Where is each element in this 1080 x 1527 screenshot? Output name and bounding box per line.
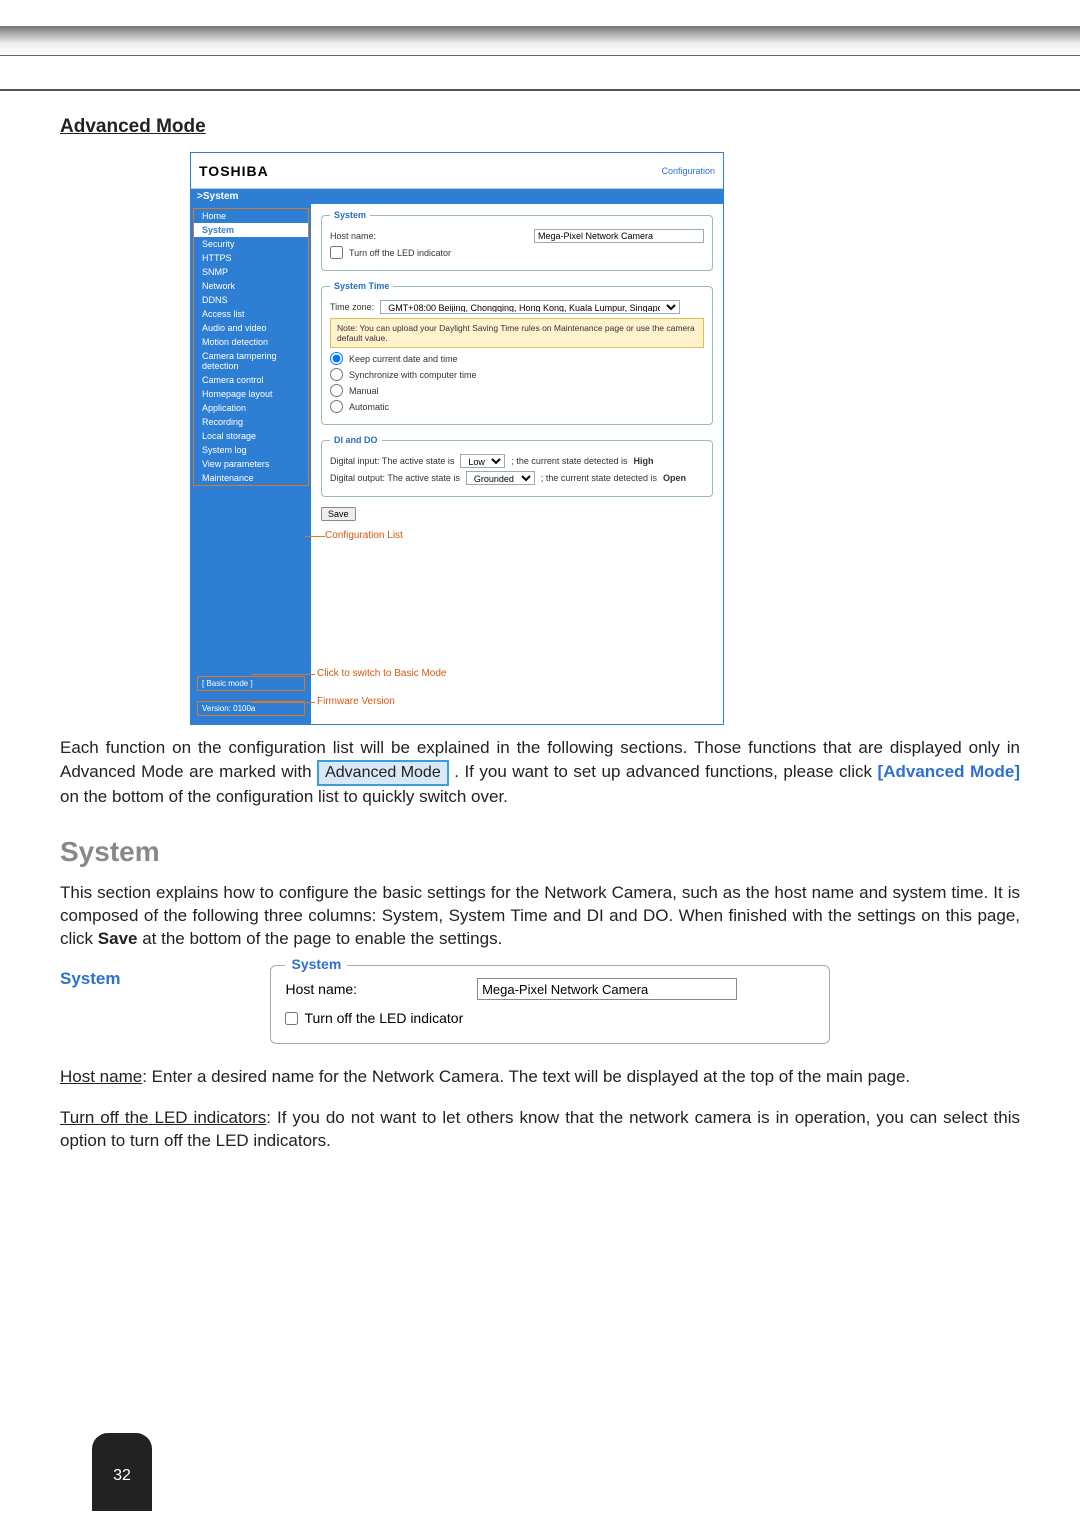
callout-line-config [305,536,325,537]
sidebar-item-system[interactable]: System [194,223,308,237]
callout-config-list: Configuration List [325,530,403,541]
radio-sync-label: Synchronize with computer time [349,370,477,380]
system-detail-box: System Host name: Turn off the LED indic… [270,965,830,1044]
radio-keep-label: Keep current date and time [349,354,458,364]
page-top-gradient [0,26,1080,56]
dst-note: Note: You can upload your Daylight Savin… [330,318,704,348]
page-top-rule [0,89,1080,91]
radio-keep[interactable] [330,352,343,365]
main-panel: System Host name: Turn off the LED indic… [311,204,723,724]
sidebar-item-camera-control[interactable]: Camera control [194,373,308,387]
di-pre: Digital input: The active state is [330,456,454,466]
system-fieldset: System Host name: Turn off the LED indic… [321,210,713,271]
sidebar-item-recording[interactable]: Recording [194,415,308,429]
system-legend: System [330,210,370,220]
intro-paragraph: Each function on the configuration list … [60,737,1020,808]
system-heading: System [60,836,1020,868]
timezone-select[interactable]: GMT+08:00 Beijing, Chongqing, Hong Kong,… [380,300,680,314]
di-state: High [633,456,653,466]
sidebar-item-accesslist[interactable]: Access list [194,307,308,321]
led-label: Turn off the LED indicator [349,248,451,258]
dido-fieldset: DI and DO Digital input: The active stat… [321,435,713,497]
do-select[interactable]: Grounded [466,471,535,485]
save-button[interactable]: Save [321,507,356,521]
page-number: 32 [92,1433,152,1511]
detail-host-label: Host name: [285,981,357,997]
detail-host-input[interactable] [477,978,737,1000]
firmware-version-label: Version: 0100a [197,701,305,716]
advanced-mode-badge: Advanced Mode [317,760,449,786]
host-name-label: Host name: [330,231,376,241]
system-subheading: System [60,969,120,989]
advanced-mode-link: [Advanced Mode] [878,762,1020,781]
sidebar-item-network[interactable]: Network [194,279,308,293]
do-post: ; the current state detected is [541,473,657,483]
section-heading: Advanced Mode [60,116,1020,138]
basic-mode-button[interactable]: [ Basic mode ] [197,676,305,691]
sidebar-item-audio-video[interactable]: Audio and video [194,321,308,335]
sidebar-item-home[interactable]: Home [194,209,308,223]
callout-line-basic [251,674,315,675]
sidebar-item-system-log[interactable]: System log [194,443,308,457]
callout-firmware: Firmware Version [317,696,395,707]
radio-manual[interactable] [330,384,343,397]
host-name-input[interactable] [534,229,704,243]
system-time-fieldset: System Time Time zone: GMT+08:00 Beijing… [321,281,713,425]
di-select[interactable]: Low [460,454,505,468]
detail-legend: System [285,956,347,972]
detail-led-label: Turn off the LED indicator [304,1010,463,1026]
sidebar-item-maintenance[interactable]: Maintenance [194,471,308,485]
callout-basic-mode: Click to switch to Basic Mode [317,668,447,679]
sidebar-item-homepage-layout[interactable]: Homepage layout [194,387,308,401]
detail-led-checkbox[interactable] [285,1012,298,1025]
page-content: Advanced Mode TOSHIBA Configuration >Sys… [60,116,1020,1153]
callout-line-firmware [251,702,315,703]
sidebar: Home System Security HTTPS SNMP Network … [191,204,311,724]
sidebar-highlight-frame: Home System Security HTTPS SNMP Network … [193,208,309,486]
di-post: ; the current state detected is [511,456,627,466]
sidebar-item-https[interactable]: HTTPS [194,251,308,265]
screenshot-header: TOSHIBA Configuration [191,153,723,189]
led-paragraph: Turn off the LED indicators: If you do n… [60,1107,1020,1153]
sidebar-item-tampering[interactable]: Camera tampering detection [194,349,308,373]
sidebar-item-security[interactable]: Security [194,237,308,251]
sidebar-item-local-storage[interactable]: Local storage [194,429,308,443]
sidebar-item-motion[interactable]: Motion detection [194,335,308,349]
sidebar-item-ddns[interactable]: DDNS [194,293,308,307]
radio-sync[interactable] [330,368,343,381]
brand-logo: TOSHIBA [199,163,269,179]
config-screenshot: TOSHIBA Configuration >System Home Syste… [190,152,724,725]
configuration-link[interactable]: Configuration [661,166,715,176]
breadcrumb: >System [191,189,723,204]
radio-auto-label: Automatic [349,402,389,412]
system-time-legend: System Time [330,281,393,291]
radio-auto[interactable] [330,400,343,413]
led-checkbox[interactable] [330,246,343,259]
system-paragraph: This section explains how to configure t… [60,882,1020,951]
tz-label: Time zone: [330,302,374,312]
sidebar-item-snmp[interactable]: SNMP [194,265,308,279]
do-pre: Digital output: The active state is [330,473,460,483]
dido-legend: DI and DO [330,435,382,445]
host-name-paragraph: Host name: Enter a desired name for the … [60,1066,1020,1089]
radio-manual-label: Manual [349,386,379,396]
do-state: Open [663,473,686,483]
sidebar-item-application[interactable]: Application [194,401,308,415]
sidebar-item-view-params[interactable]: View parameters [194,457,308,471]
